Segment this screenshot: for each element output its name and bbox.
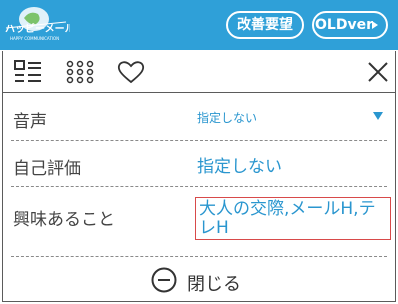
interests-select[interactable]: 大人の交際,メールH,テレH: [195, 197, 391, 240]
happymail-logo[interactable]: ハッピーメール HAPPY COMMUNICATION: [4, 4, 70, 44]
close-icon[interactable]: [363, 59, 393, 85]
improve-request-button[interactable]: 改善要望: [226, 11, 304, 39]
close-label: 閉じる: [187, 274, 241, 295]
app-header: ハッピーメール HAPPY COMMUNICATION 改善要望 OLDver: [0, 0, 398, 50]
self-rating-row[interactable]: 自己評価 指定しない: [11, 141, 387, 187]
logo-text: ハッピーメール: [5, 23, 70, 35]
voice-row[interactable]: 音声 指定しない: [11, 93, 387, 141]
interests-row[interactable]: 興味あること 大人の交際,メールH,テレH: [11, 187, 391, 257]
self-rating-select[interactable]: 指定しない: [197, 152, 282, 177]
old-version-label: OLDver: [315, 17, 373, 33]
logo-subtext: HAPPY COMMUNICATION: [10, 36, 59, 41]
grid-icon[interactable]: [65, 59, 95, 85]
voice-select[interactable]: 指定しない: [197, 109, 257, 126]
close-panel-button[interactable]: 閉じる: [151, 266, 261, 296]
old-version-button[interactable]: OLDver: [312, 11, 388, 39]
search-panel: 音声 指定しない 自己評価 指定しない 興味あること 大人の交際,メールH,テレ…: [2, 51, 396, 302]
minus-circle-icon: [151, 267, 177, 293]
dropdown-arrow-icon[interactable]: [373, 112, 383, 120]
view-toolbar: [3, 51, 395, 93]
self-rating-label: 自己評価: [13, 159, 81, 179]
interests-label: 興味あること: [13, 210, 115, 230]
heart-icon[interactable]: [116, 59, 146, 85]
arrow-right-icon: [372, 21, 378, 29]
list-icon[interactable]: [13, 59, 43, 85]
voice-label: 音声: [13, 112, 47, 132]
